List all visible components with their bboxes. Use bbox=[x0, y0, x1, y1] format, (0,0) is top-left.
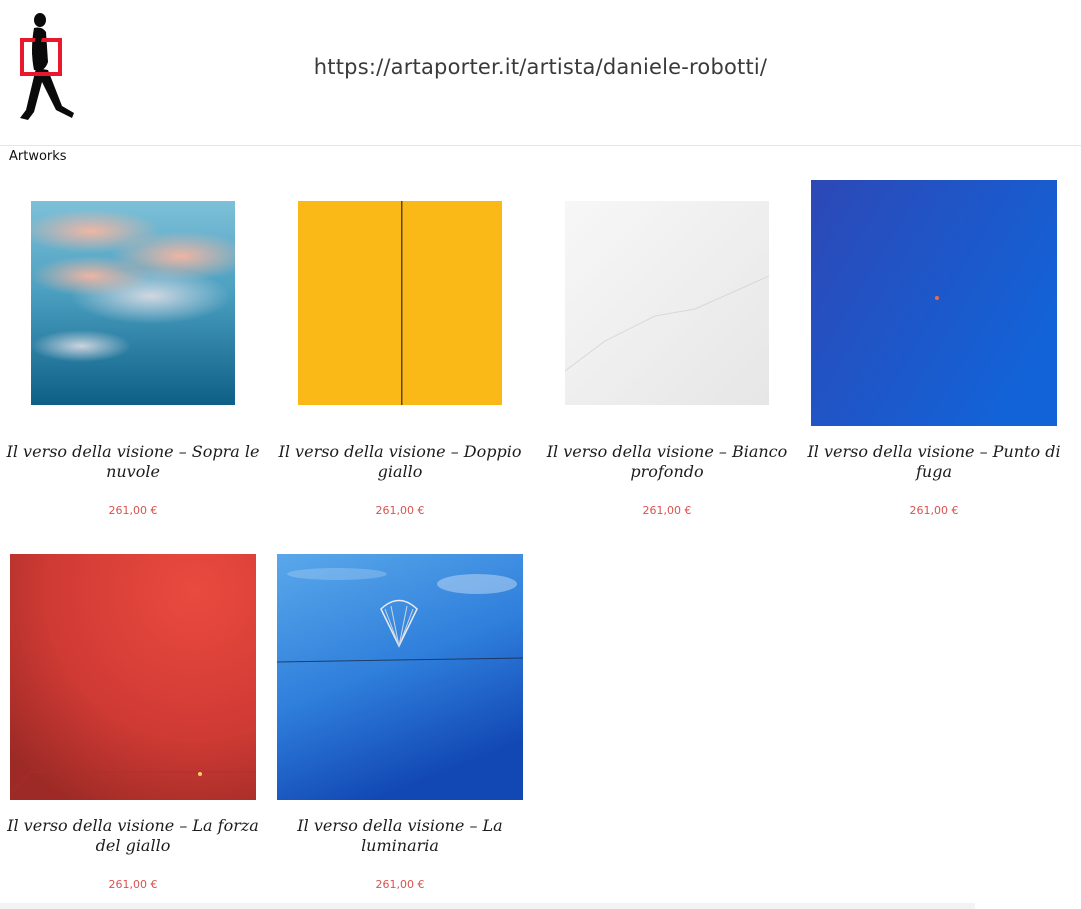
red-room-image[interactable] bbox=[10, 554, 256, 800]
artwork-card: Il verso della visione – Sopra le nuvole… bbox=[0, 180, 266, 540]
blue-point-image[interactable] bbox=[811, 180, 1057, 426]
artwork-price: 261,00 € bbox=[642, 504, 692, 517]
artwork-price: 261,00 € bbox=[108, 504, 158, 517]
artwork-card: Il verso della visione – Bianco profondo… bbox=[534, 180, 800, 540]
artwork-title[interactable]: Il verso della visione – La forza del gi… bbox=[0, 816, 266, 856]
yellow-split-image[interactable] bbox=[298, 201, 502, 405]
site-header: https://artaporter.it/artista/daniele-ro… bbox=[0, 0, 1081, 146]
artwork-title[interactable]: Il verso della visione – Doppio giallo bbox=[267, 442, 533, 482]
artwork-title[interactable]: Il verso della visione – Bianco profondo bbox=[534, 442, 800, 482]
artwork-price: 261,00 € bbox=[108, 878, 158, 891]
artwork-card: Il verso della visione – Doppio giallo 2… bbox=[267, 180, 533, 540]
white-image[interactable] bbox=[565, 201, 769, 405]
section-title: Artworks bbox=[9, 149, 67, 164]
artwork-card: Il verso della visione – La forza del gi… bbox=[0, 554, 266, 899]
artwork-title[interactable]: Il verso della visione – Sopra le nuvole bbox=[0, 442, 266, 482]
page-url: https://artaporter.it/artista/daniele-ro… bbox=[313, 55, 768, 79]
artwork-title[interactable]: Il verso della visione – Punto di fuga bbox=[801, 442, 1067, 482]
blue-luminaria-image[interactable] bbox=[277, 554, 523, 800]
clouds-sky-image[interactable] bbox=[31, 201, 235, 405]
footer-strip bbox=[0, 903, 975, 909]
artwork-price: 261,00 € bbox=[375, 878, 425, 891]
artwork-card: Il verso della visione – Punto di fuga 2… bbox=[801, 180, 1067, 540]
artwork-card: Il verso della visione – La luminaria 26… bbox=[267, 554, 533, 899]
artwork-price: 261,00 € bbox=[909, 504, 959, 517]
artwork-price: 261,00 € bbox=[375, 504, 425, 517]
artwork-title[interactable]: Il verso della visione – La luminaria bbox=[267, 816, 533, 856]
